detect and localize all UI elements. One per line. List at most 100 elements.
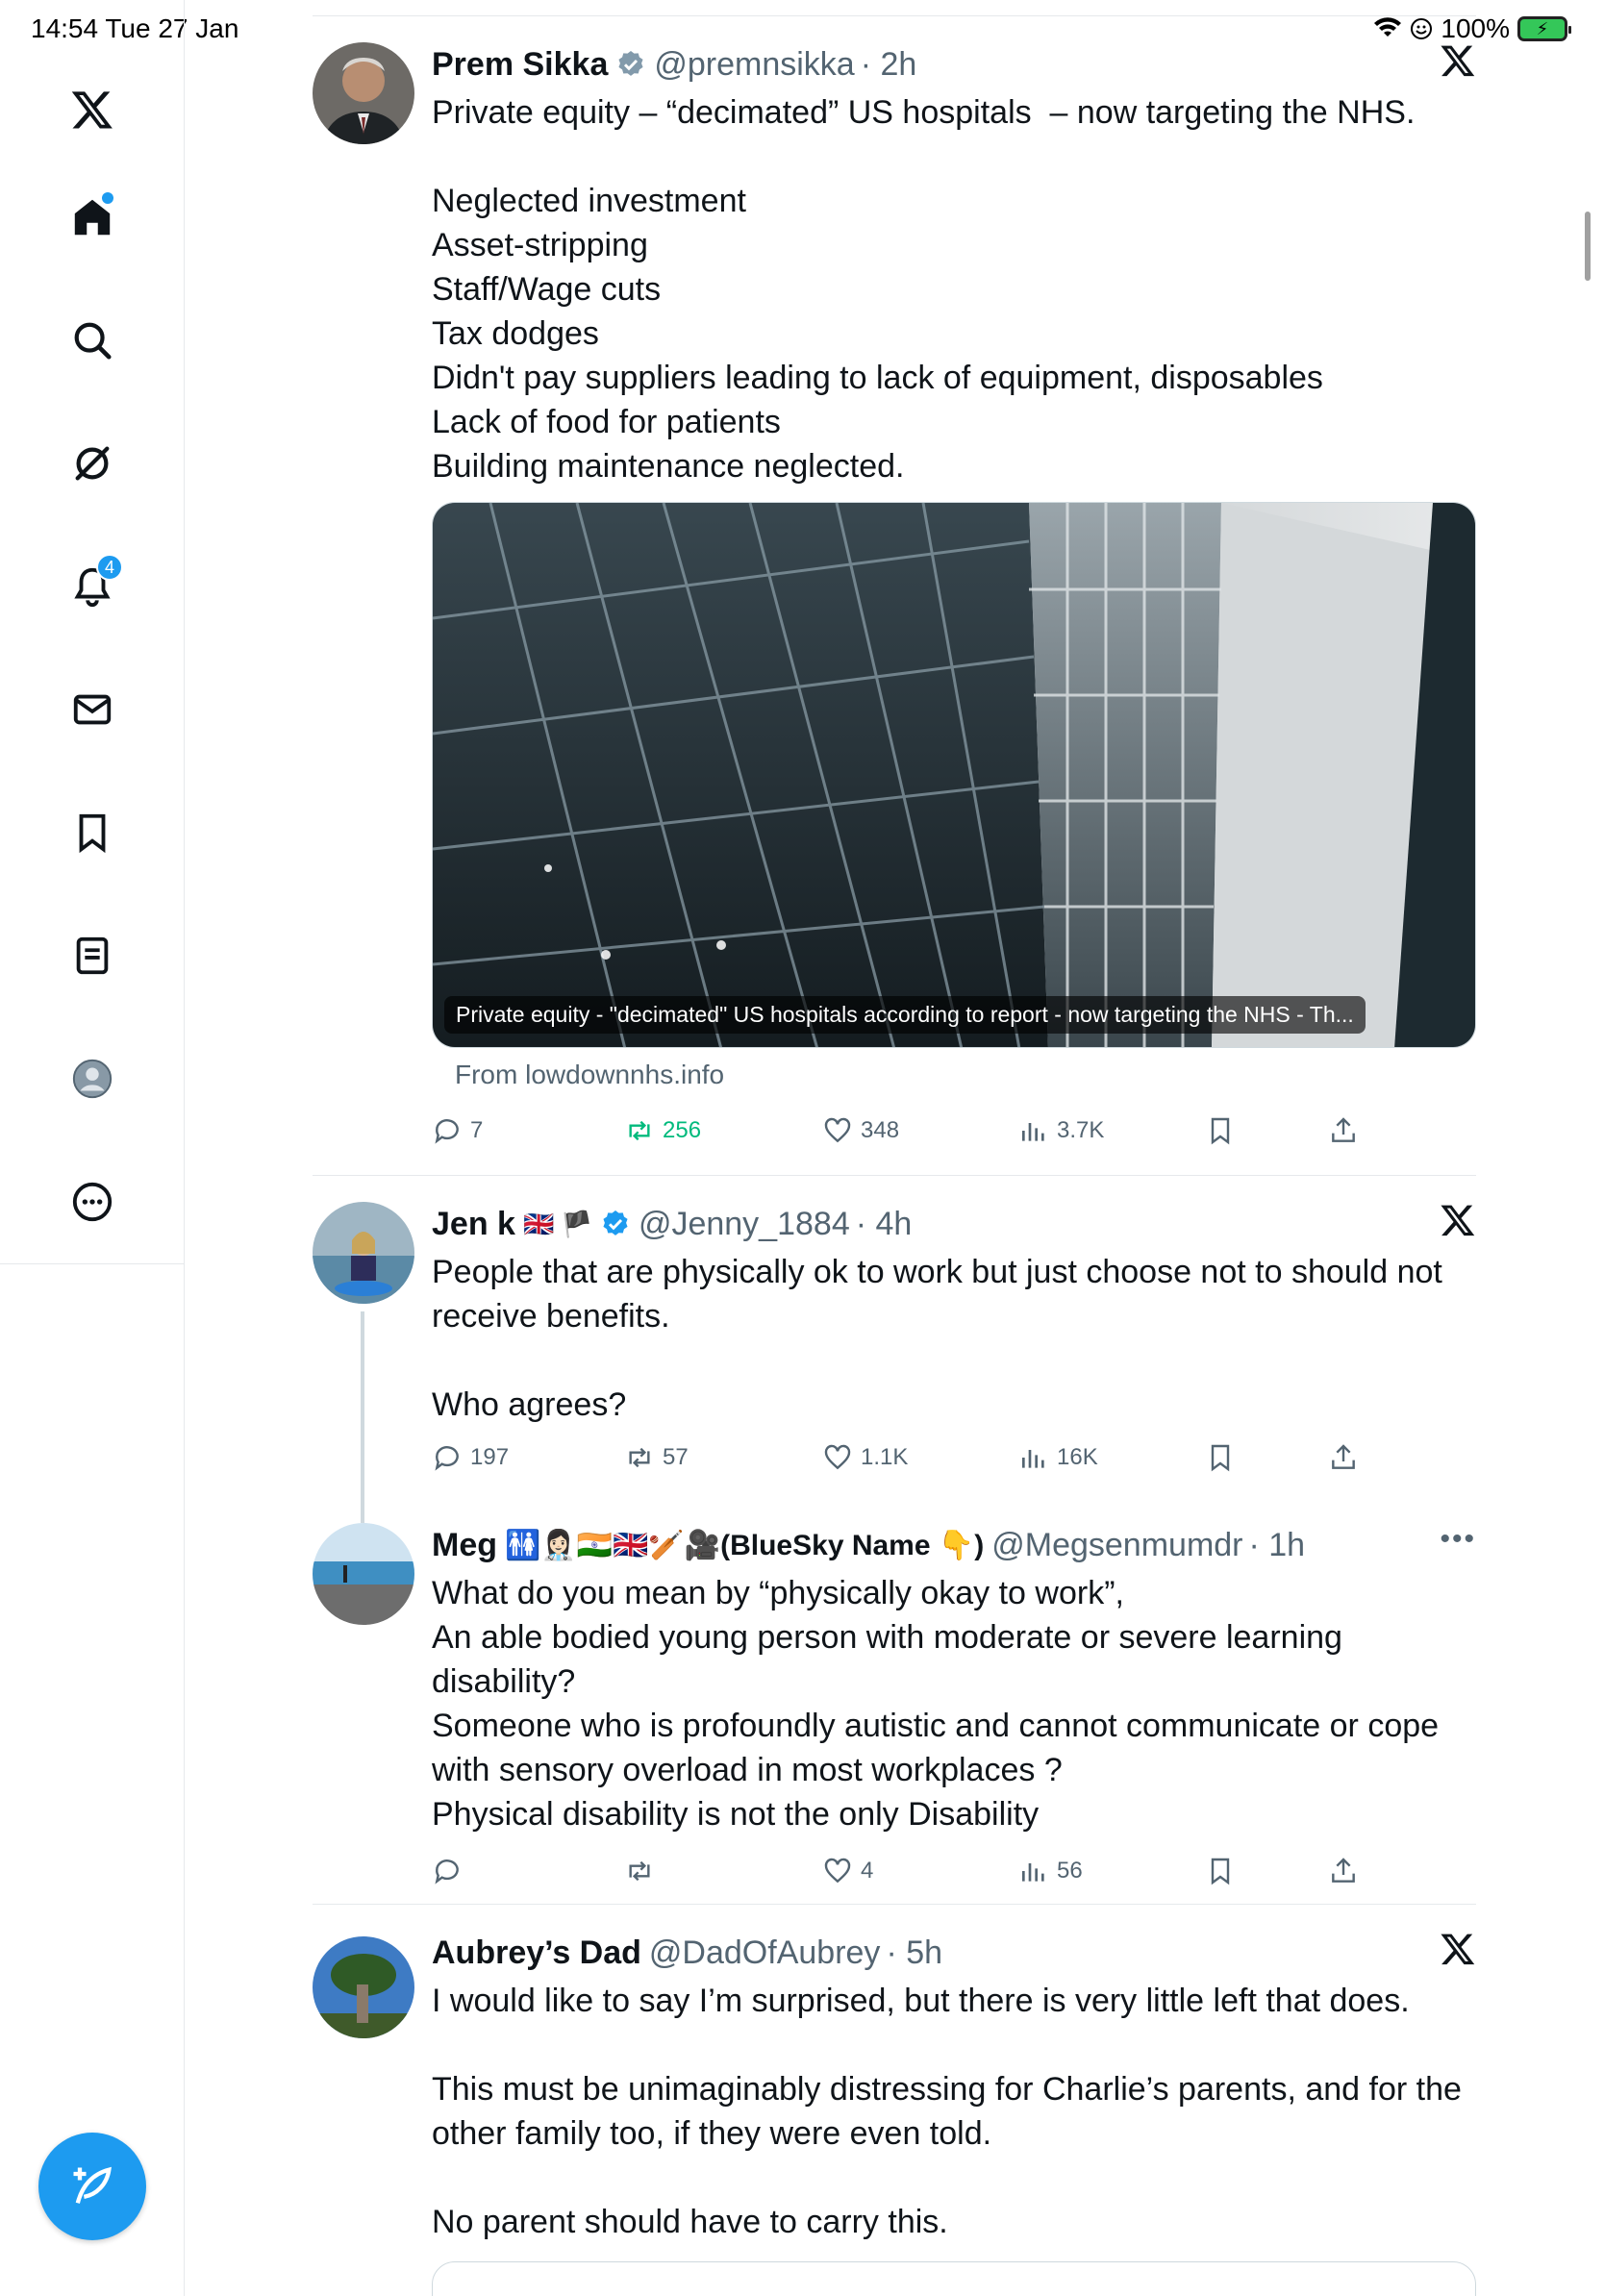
link-card-source[interactable]: From lowdownnhs.info <box>455 1060 724 1090</box>
like-count: 1.1K <box>861 1444 909 1470</box>
repost-button[interactable]: 256 <box>624 1115 701 1146</box>
reply-icon <box>435 1859 459 1884</box>
heart-icon <box>824 1444 851 1470</box>
like-button[interactable]: 4 <box>822 1856 873 1886</box>
home-icon[interactable] <box>60 185 125 250</box>
post-timestamp[interactable]: · 2h <box>861 46 917 84</box>
repost-icon <box>629 1447 650 1468</box>
post-header: Jen k 🇬🇧 🏴 @Jenny_1884 · 4h <box>432 1202 1476 1246</box>
link-card-title: Private equity - "decimated" US hospital… <box>444 996 1366 1034</box>
post-actions: 197 57 1.1K 16K <box>432 1436 1476 1479</box>
author-handle[interactable]: @premnsikka <box>654 46 854 84</box>
view-count: 56 <box>1057 1858 1083 1884</box>
share-icon <box>1332 1117 1355 1142</box>
author-name-emoji: 🚻👩🏻‍⚕️🇮🇳🇬🇧🏏🎥(BlueSky Name 👇) <box>505 1529 985 1561</box>
bookmark-icon <box>1211 1858 1230 1885</box>
like-count: 348 <box>861 1117 900 1143</box>
view-count: 3.7K <box>1057 1117 1105 1143</box>
more-options-icon[interactable]: ••• <box>1440 1523 1476 1556</box>
like-button[interactable]: 1.1K <box>822 1442 908 1473</box>
reply-button[interactable]: 7 <box>432 1115 483 1146</box>
like-count: 4 <box>861 1858 874 1884</box>
views-button[interactable]: 16K <box>1018 1442 1098 1473</box>
post-header: Meg 🚻👩🏻‍⚕️🇮🇳🇬🇧🏏🎥(BlueSky Name 👇) @Megsen… <box>432 1523 1476 1567</box>
avatar[interactable] <box>313 42 414 144</box>
bookmark-icon <box>1211 1117 1230 1145</box>
notifications-badge: 4 <box>96 554 123 581</box>
bookmark-button[interactable] <box>1205 1442 1236 1473</box>
views-button[interactable]: 56 <box>1018 1856 1083 1886</box>
x-source-icon[interactable] <box>1440 1931 1476 1967</box>
author-name[interactable]: Prem Sikka <box>432 46 608 84</box>
compose-post-button[interactable] <box>38 2133 146 2240</box>
repost-icon <box>629 1860 650 1882</box>
focus-icon <box>1411 18 1433 39</box>
post-divider <box>313 1175 1476 1176</box>
sidebar-divider <box>0 1263 185 1264</box>
post-divider <box>313 1904 1476 1905</box>
repost-count: 256 <box>663 1117 702 1143</box>
x-source-icon[interactable] <box>1440 42 1476 79</box>
link-card[interactable]: Private equity - "decimated" US hospital… <box>432 502 1476 1048</box>
wifi-icon <box>1374 17 1402 37</box>
verified-blue-icon <box>603 1210 628 1235</box>
post-text: What do you mean by “physically okay to … <box>432 1575 1440 1833</box>
post-actions: 4 56 <box>432 1850 1476 1892</box>
home-unread-dot <box>102 192 113 204</box>
post-text: People that are physically ok to work bu… <box>432 1254 1442 1423</box>
author-name[interactable]: Meg <box>432 1527 497 1564</box>
repost-button[interactable]: 57 <box>624 1442 689 1473</box>
post-timestamp[interactable]: · 5h <box>886 1934 942 1972</box>
share-icon <box>1332 1858 1355 1883</box>
status-indicators: 100% ⚡ <box>1373 13 1571 44</box>
reply-icon <box>435 1119 459 1144</box>
bookmark-button[interactable] <box>1205 1115 1236 1146</box>
post-timestamp[interactable]: · 4h <box>856 1206 913 1243</box>
battery-icon: ⚡ <box>1517 16 1571 41</box>
share-icon <box>1332 1444 1355 1469</box>
author-name[interactable]: Aubrey’s Dad <box>432 1934 641 1972</box>
x-source-icon[interactable] <box>1440 1202 1476 1238</box>
timeline-top-border <box>313 15 1476 16</box>
search-icon[interactable] <box>60 308 125 373</box>
quoted-post-card[interactable] <box>432 2261 1476 2296</box>
author-handle[interactable]: @Jenny_1884 <box>639 1206 850 1243</box>
post-text: Private equity – “decimated” US hospital… <box>432 94 1416 485</box>
bookmark-button[interactable] <box>1205 1856 1236 1886</box>
bookmarks-icon[interactable] <box>60 800 125 865</box>
thread-connector <box>361 1311 364 1523</box>
grok-icon[interactable] <box>60 431 125 496</box>
post-header: Aubrey’s Dad @DadOfAubrey · 5h <box>432 1931 1476 1975</box>
heart-icon <box>824 1117 851 1143</box>
avatar[interactable] <box>313 1523 414 1625</box>
share-button[interactable] <box>1328 1856 1359 1886</box>
share-button[interactable] <box>1328 1115 1359 1146</box>
author-name-emoji: 🇬🇧 🏴 <box>522 1209 592 1238</box>
x-logo-icon[interactable] <box>60 77 125 142</box>
reply-button[interactable] <box>432 1856 470 1886</box>
lists-icon[interactable] <box>60 923 125 988</box>
views-icon <box>1022 1123 1044 1141</box>
notifications-icon[interactable]: 4 <box>60 554 125 619</box>
views-button[interactable]: 3.7K <box>1018 1115 1104 1146</box>
more-icon[interactable] <box>60 1169 125 1235</box>
avatar[interactable] <box>313 1202 414 1304</box>
author-handle[interactable]: @Megsenmumdr <box>991 1527 1242 1564</box>
author-name[interactable]: Jen k <box>432 1206 515 1243</box>
reply-button[interactable]: 197 <box>432 1442 509 1473</box>
post-actions: 7 256 348 3.7K <box>432 1110 1476 1152</box>
compose-feather-icon <box>73 2166 112 2204</box>
repost-count: 57 <box>663 1444 689 1470</box>
messages-icon[interactable] <box>60 677 125 742</box>
scrollbar[interactable] <box>1585 212 1591 281</box>
like-button[interactable]: 348 <box>822 1115 899 1146</box>
author-handle[interactable]: @DadOfAubrey <box>649 1934 881 1972</box>
share-button[interactable] <box>1328 1442 1359 1473</box>
profile-avatar-icon[interactable] <box>60 1046 125 1111</box>
avatar[interactable] <box>313 1936 414 2038</box>
verified-gray-icon <box>618 51 643 76</box>
repost-button[interactable] <box>624 1856 663 1886</box>
post-header: Prem Sikka @premnsikka · 2h <box>432 42 1476 87</box>
post-timestamp[interactable]: · 1h <box>1249 1527 1306 1564</box>
views-icon <box>1022 1450 1044 1468</box>
